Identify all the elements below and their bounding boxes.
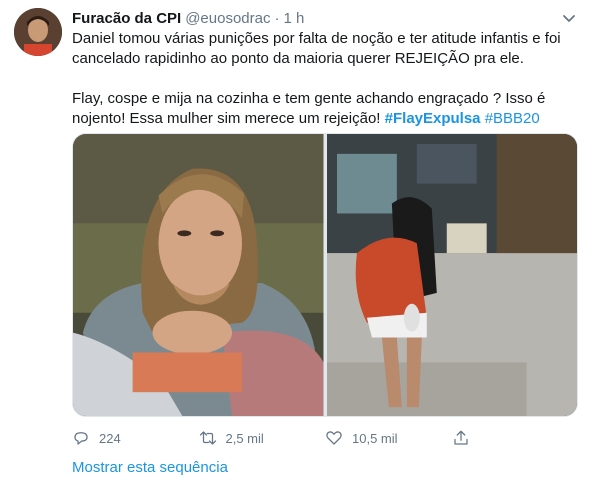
author-name[interactable]: Furacão da CPI	[72, 10, 181, 27]
share-button[interactable]	[452, 429, 579, 447]
hashtag-link[interactable]: #FlayExpulsa	[385, 110, 481, 127]
retweet-icon	[199, 431, 216, 445]
retweet-button[interactable]: 2,5 mil	[199, 429, 326, 447]
reply-button[interactable]: 224	[72, 429, 199, 447]
tweet-paragraph: Flay, cospe e mija na cozinha e tem gent…	[72, 89, 578, 129]
chevron-down-icon[interactable]	[559, 8, 579, 28]
media-grid	[72, 133, 578, 417]
photo-flay[interactable]	[326, 134, 577, 416]
author-handle[interactable]: @euosodrac	[185, 10, 270, 27]
tweet-paragraph: Daniel tomou várias punições por falta d…	[72, 30, 561, 67]
show-thread-link[interactable]: Mostrar esta sequência	[72, 459, 228, 476]
tweet-header: Furacão da CPI @euosodrac · 1 h	[72, 8, 579, 28]
retweet-count: 2,5 mil	[225, 430, 264, 446]
photo-daniel[interactable]	[73, 134, 324, 416]
reply-count: 224	[99, 430, 121, 446]
like-button[interactable]: 10,5 mil	[325, 429, 452, 447]
heart-icon	[326, 431, 342, 445]
hashtag-link[interactable]: #BBB20	[485, 110, 540, 127]
reply-icon	[74, 432, 88, 445]
separator-dot: ·	[274, 9, 280, 27]
like-count: 10,5 mil	[352, 430, 398, 446]
tweet-text: Daniel tomou várias punições por falta d…	[72, 29, 578, 129]
avatar[interactable]	[14, 8, 62, 56]
tweet-actions: 224 2,5 mil 10,5 mil	[72, 428, 578, 448]
timestamp[interactable]: 1 h	[283, 10, 304, 27]
share-icon	[453, 430, 468, 445]
